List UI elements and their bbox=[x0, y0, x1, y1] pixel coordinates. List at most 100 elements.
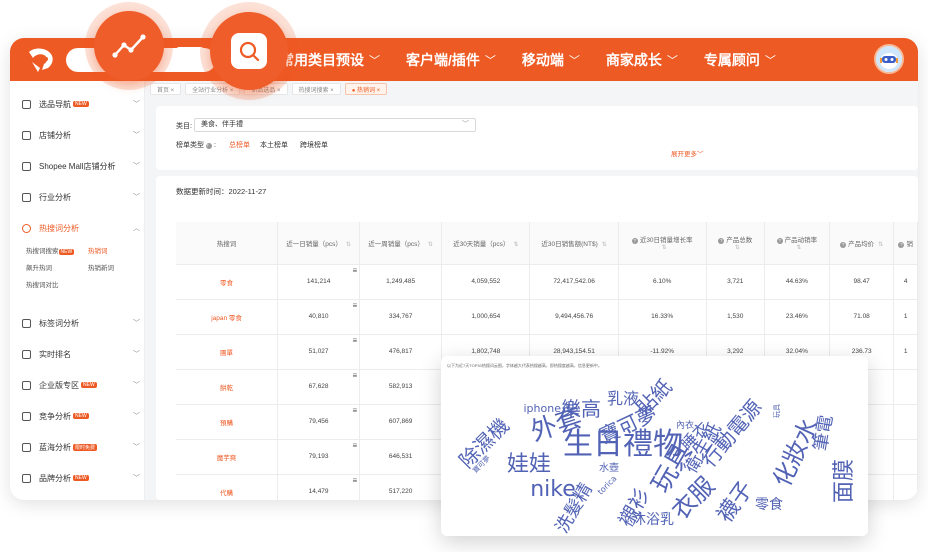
search-icon bbox=[239, 41, 260, 62]
keyword-cell[interactable]: 團單 bbox=[176, 334, 279, 370]
sort-icon: ⇅ bbox=[427, 241, 433, 248]
sidebar-item-product-nav[interactable]: 选品导航 NEW ﹀ bbox=[22, 95, 140, 113]
sidebar-item-blue-ocean[interactable]: 蓝海分析 限时免费 ﹀ bbox=[22, 438, 140, 456]
sub-hot-search[interactable]: 热搜词搜索 NEW bbox=[26, 245, 75, 255]
col-day-sales[interactable]: 近一日销量（pcs） ⇅ bbox=[277, 222, 361, 265]
value-cell: 79,193 ≡ bbox=[277, 439, 361, 475]
sort-icon: ⇅ bbox=[513, 241, 519, 248]
chevron-down-icon: ﹀ bbox=[133, 101, 140, 108]
sidebar-item-shop-analysis[interactable]: 店铺分析 ﹀ bbox=[22, 126, 140, 144]
help-icon: ? bbox=[776, 238, 783, 245]
col-label: 近30日销售额(NT$) bbox=[541, 240, 598, 248]
category-select[interactable]: 美食、伴手禮 ﹀ bbox=[194, 118, 476, 132]
table-row[interactable]: 零食 141,214 ≡ 1,249,485 4,059,552 72,417,542.0… bbox=[176, 264, 918, 300]
rank-option-total[interactable]: 总榜单 bbox=[229, 140, 250, 150]
sidebar-item-tag-analysis[interactable]: 标签词分析 ﹀ bbox=[22, 314, 140, 332]
value-cell: 67,628 ≡ bbox=[277, 369, 361, 405]
value-cell: 71.08 bbox=[829, 299, 895, 335]
col-month-sales[interactable]: 近30天销量（pcs） ⇅ bbox=[441, 222, 531, 265]
main-nav: 常用类目预设 ﹀ 客户端/插件 ﹀ 移动端 ﹀ 商家成长 ﹀ 专属顾问 ﹀ bbox=[280, 38, 802, 81]
col-extra[interactable]: ? 销 bbox=[893, 222, 918, 265]
new-badge: NEW bbox=[58, 249, 75, 255]
rank-option-cross[interactable]: 跨境榜单 bbox=[300, 140, 328, 150]
sidebar-item-compete[interactable]: 竞争分析 NEW ﹀ bbox=[22, 407, 140, 425]
sidebar-item-label: Shopee Mall店铺分析 bbox=[39, 161, 116, 171]
nav-label: 移动端 bbox=[521, 51, 564, 68]
shrimp-logo-icon[interactable] bbox=[26, 46, 56, 74]
row-menu-icon[interactable]: ≡ bbox=[352, 441, 357, 450]
col-month-revenue[interactable]: 近30日销售额(NT$) ⇅ bbox=[529, 222, 619, 265]
sidebar-item-industry[interactable]: 行业分析 ﹀ bbox=[22, 188, 140, 206]
rank-type-text: 榜单类型 bbox=[176, 142, 204, 149]
shop-icon bbox=[22, 130, 31, 140]
nav-mobile[interactable]: 移动端 ﹀ bbox=[522, 50, 580, 70]
col-label: 产品均价 bbox=[848, 240, 875, 248]
expand-label: 展开更多 bbox=[671, 151, 697, 158]
col-week-sales[interactable]: 近一周销量（pcs） ⇅ bbox=[359, 222, 443, 265]
value-cell: 1 bbox=[893, 334, 918, 370]
cloud-word: 零食 bbox=[755, 496, 783, 513]
nav-consultant[interactable]: 专属顾问 ﹀ bbox=[704, 50, 776, 70]
value-cell: 1,000,654 bbox=[441, 299, 531, 335]
user-avatar[interactable] bbox=[874, 44, 904, 74]
keyword-cell[interactable]: 零食 bbox=[176, 264, 279, 300]
chart-fab[interactable] bbox=[85, 2, 173, 90]
value-cell: 14,479 ≡ bbox=[277, 474, 361, 500]
keyword-cell[interactable]: japan 零食 bbox=[176, 299, 279, 335]
chevron-down-icon: ﹀ bbox=[133, 132, 140, 139]
chevron-up-icon: ︿ bbox=[133, 225, 140, 232]
new-badge: NEW bbox=[73, 475, 89, 481]
row-menu-icon[interactable]: ≡ bbox=[352, 266, 357, 275]
value-cell: 4,059,552 bbox=[441, 264, 531, 300]
value-cell: 1 bbox=[893, 299, 918, 335]
sort-icon: ⇅ bbox=[878, 241, 884, 248]
word-cloud-card: 生日禮物 外套 娃娃 nike 玩具 衣服 化妝水 面膜 乳液 貼紙 寶可夢 除濕機 樂高 襪子 零食 沐浴乳… bbox=[441, 356, 868, 536]
sidebar-item-label: 企业版专区 bbox=[39, 380, 79, 390]
col-keyword: 热搜词 bbox=[176, 222, 279, 265]
sub-compare[interactable]: 热搜词对比 bbox=[26, 279, 59, 289]
keyword-cell[interactable]: 預購 bbox=[176, 404, 279, 440]
rank-option-local[interactable]: 本土榜单 bbox=[260, 140, 288, 150]
help-icon[interactable]: ? bbox=[205, 143, 212, 149]
sidebar-item-realtime-rank[interactable]: 实时排名 ﹀ bbox=[22, 345, 140, 363]
sidebar-item-mall-analysis[interactable]: Shopee Mall店铺分析 ﹀ bbox=[22, 157, 140, 175]
sidebar-item-brand[interactable]: 品牌分析 NEW ﹀ bbox=[22, 469, 140, 487]
tab-hot-search[interactable]: 热搜词搜索 × bbox=[291, 83, 341, 95]
row-menu-icon[interactable]: ≡ bbox=[352, 371, 357, 380]
value-cell: 9,494,456.76 bbox=[529, 299, 619, 335]
sidebar-item-label: 竞争分析 bbox=[39, 411, 71, 421]
col-product-total[interactable]: ? 产品总数 ⇅ bbox=[706, 222, 765, 265]
row-menu-icon[interactable]: ≡ bbox=[352, 406, 357, 415]
chart-fab-inner bbox=[94, 11, 164, 81]
col-growth[interactable]: ? 近30日销量增长率 ⇅ bbox=[618, 222, 707, 265]
value-cell: 23.46% bbox=[764, 299, 830, 335]
chevron-down-icon: ﹀ bbox=[133, 163, 140, 170]
sidebar-item-enterprise[interactable]: 企业版专区 NEW ﹀ bbox=[22, 376, 140, 394]
nav-client-plugin[interactable]: 客户端/插件 ﹀ bbox=[406, 50, 496, 70]
row-menu-icon[interactable]: ≡ bbox=[352, 336, 357, 345]
row-menu-icon[interactable]: ≡ bbox=[352, 301, 357, 310]
sub-new-hot[interactable]: 热销新词 bbox=[88, 262, 114, 272]
value-cell: 517,220 bbox=[359, 474, 443, 500]
tab-home[interactable]: 首页 × bbox=[150, 83, 182, 95]
sidebar-item-label: 标签词分析 bbox=[39, 318, 79, 328]
keyword-cell[interactable]: 餅乾 bbox=[176, 369, 279, 405]
row-menu-icon[interactable]: ≡ bbox=[352, 476, 357, 485]
sidebar-item-label: 行业分析 bbox=[39, 192, 71, 202]
tab-hot-sales[interactable]: ● 热销词 × bbox=[344, 83, 388, 95]
keyword-cell[interactable]: 魔芋爽 bbox=[176, 439, 279, 475]
update-time: 数据更新时间：2022-11-27 bbox=[176, 187, 267, 196]
search-fab[interactable] bbox=[200, 2, 298, 100]
nav-merchant-growth[interactable]: 商家成长 ﹀ bbox=[606, 50, 678, 70]
col-sell-rate[interactable]: ? 产品动销率 ⇅ bbox=[764, 222, 830, 265]
keyword-cell[interactable]: 代購 bbox=[176, 474, 279, 500]
col-avg-price[interactable]: ? 产品均价 ⇅ bbox=[829, 222, 895, 265]
cloud-word: 娃娃 bbox=[507, 452, 551, 477]
table-row[interactable]: japan 零食 40,810 ≡ 334,767 1,000,654 9,494,456… bbox=[176, 299, 918, 335]
value-cell: 6.10% bbox=[618, 264, 707, 300]
sidebar-item-hot-search[interactable]: 热搜词分析 ︿ bbox=[22, 219, 140, 237]
sub-hot-sales[interactable]: 热销词 bbox=[88, 245, 108, 255]
col-label: 近一周销量（pcs） bbox=[368, 240, 424, 248]
expand-more-button[interactable]: 展开更多﹀ bbox=[671, 148, 704, 158]
sub-rising[interactable]: 飙升热词 bbox=[26, 262, 52, 272]
